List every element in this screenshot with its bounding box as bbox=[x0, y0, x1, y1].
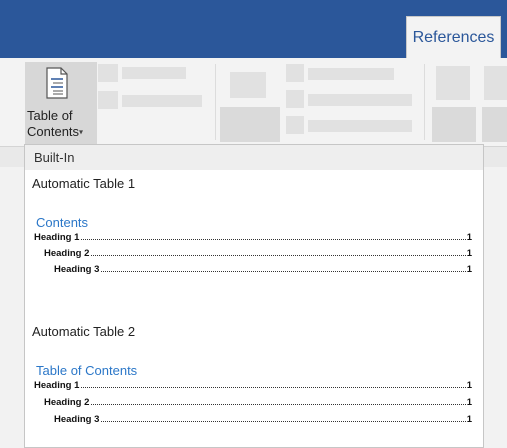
ribbon-control-placeholder[interactable] bbox=[220, 107, 280, 142]
document-area-right bbox=[483, 167, 507, 448]
ribbon-control-placeholder[interactable] bbox=[432, 107, 476, 142]
toc-entry[interactable]: Heading 11 bbox=[34, 231, 472, 243]
ribbon-control-placeholder[interactable] bbox=[482, 107, 507, 142]
toc-label-line2: Contents bbox=[27, 124, 80, 139]
ribbon-control-placeholder[interactable] bbox=[286, 64, 304, 82]
table-of-contents-icon bbox=[46, 67, 68, 99]
preview-title[interactable]: Table of Contents bbox=[36, 363, 137, 378]
ribbon-control-placeholder[interactable] bbox=[286, 90, 304, 108]
ribbon-control-placeholder[interactable] bbox=[98, 91, 118, 109]
ribbon-separator bbox=[215, 64, 216, 140]
ribbon-control-placeholder[interactable] bbox=[230, 72, 266, 98]
table-of-contents-button[interactable]: Table of Contents▾ bbox=[25, 62, 97, 144]
preview-title[interactable]: Contents bbox=[36, 215, 88, 230]
toc-entry[interactable]: Heading 11 bbox=[34, 379, 472, 391]
ribbon-control-placeholder[interactable] bbox=[122, 95, 202, 107]
toc-entry[interactable]: Heading 21 bbox=[44, 396, 472, 408]
toc-entry[interactable]: Heading 31 bbox=[54, 263, 472, 275]
toc-label-line1: Table of bbox=[27, 108, 73, 123]
table-of-contents-gallery: Built-In Automatic Table 1 Contents Head… bbox=[24, 144, 484, 448]
toc-entry[interactable]: Heading 21 bbox=[44, 247, 472, 259]
ribbon-control-placeholder[interactable] bbox=[286, 116, 304, 134]
tab-references[interactable]: References bbox=[406, 16, 501, 58]
gallery-option-label[interactable]: Automatic Table 1 bbox=[32, 176, 135, 191]
ribbon-control-placeholder[interactable] bbox=[484, 66, 507, 100]
gallery-option-label[interactable]: Automatic Table 2 bbox=[32, 324, 135, 339]
ribbon-separator bbox=[424, 64, 425, 140]
ribbon-control-placeholder[interactable] bbox=[98, 64, 118, 82]
ribbon-control-placeholder[interactable] bbox=[308, 68, 394, 80]
ribbon-control-placeholder[interactable] bbox=[308, 94, 412, 106]
table-of-contents-label: Table of Contents▾ bbox=[27, 108, 95, 141]
chevron-down-icon: ▾ bbox=[79, 127, 84, 137]
ribbon-control-placeholder[interactable] bbox=[308, 120, 412, 132]
ribbon-control-placeholder[interactable] bbox=[436, 66, 470, 100]
toc-entry[interactable]: Heading 31 bbox=[54, 413, 472, 425]
document-area-left bbox=[0, 167, 26, 448]
ribbon-control-placeholder[interactable] bbox=[122, 67, 186, 79]
gallery-section-header: Built-In bbox=[25, 145, 483, 170]
